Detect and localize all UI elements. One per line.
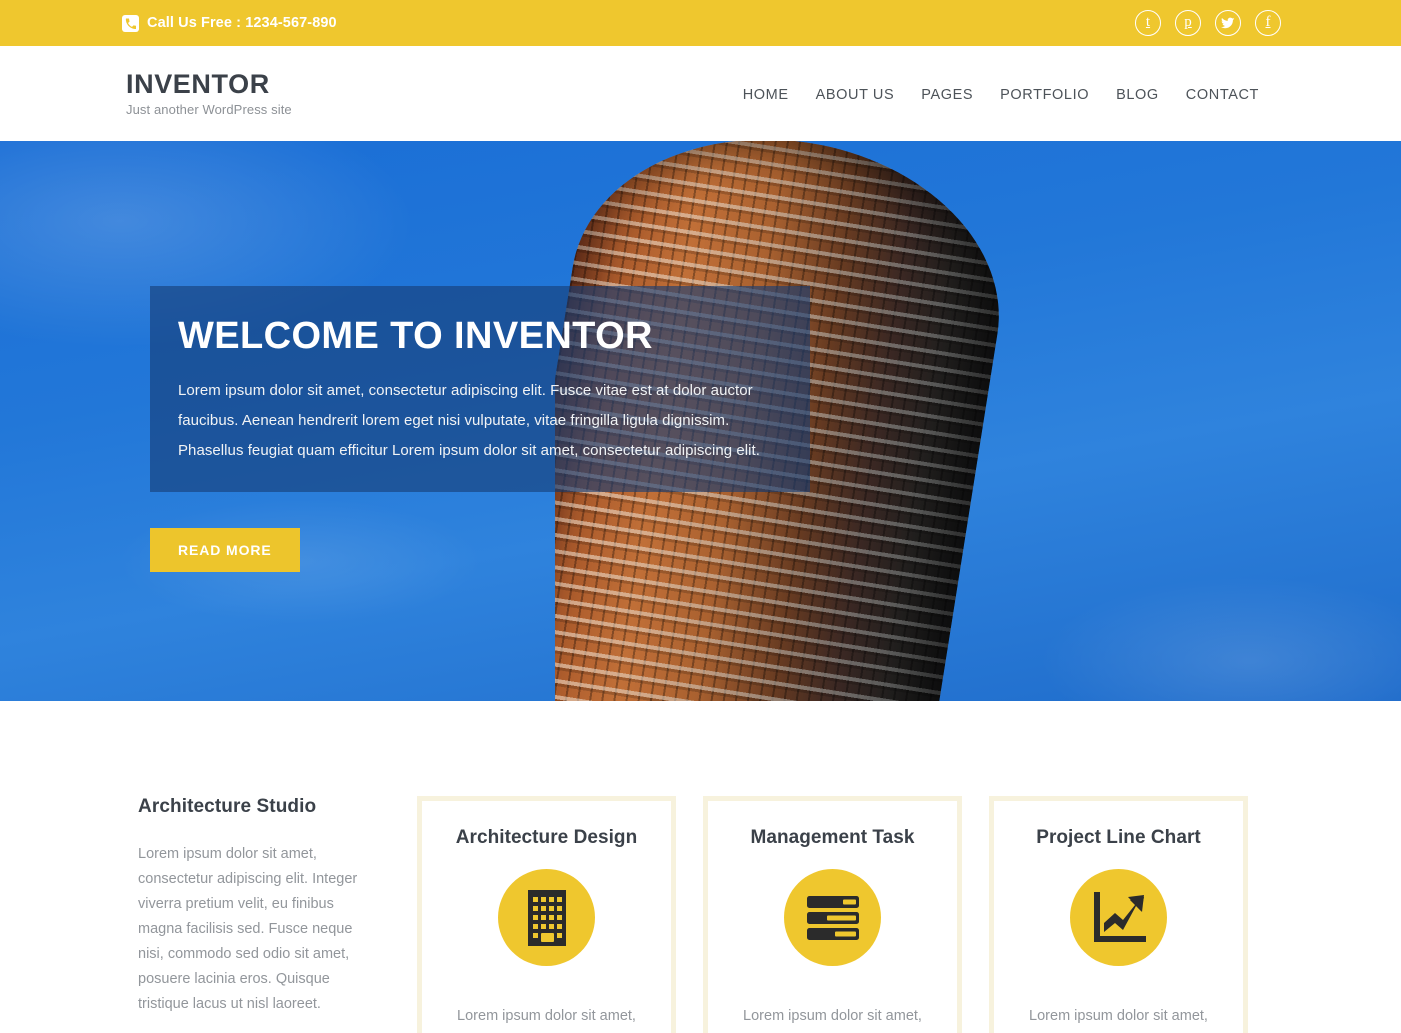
nav-item-portfolio[interactable]: PORTFOLIO	[1000, 87, 1089, 103]
read-more-button[interactable]: READ MORE	[150, 527, 300, 572]
branding[interactable]: INVENTOR Just another WordPress site	[126, 68, 292, 118]
nav-item-pages[interactable]: PAGES	[921, 87, 973, 103]
service-card-project-line-chart[interactable]: Project Line Chart Lorem ipsum dolor sit…	[989, 796, 1248, 1033]
card-title: Management Task	[750, 827, 915, 848]
nav-item-contact[interactable]: CONTACT	[1186, 87, 1259, 103]
card-title: Architecture Design	[455, 827, 638, 848]
service-card-architecture-design[interactable]: Architecture Design Lorem ipsum dolor si…	[417, 796, 676, 1033]
tumblr-glyph: t	[1145, 14, 1151, 30]
hero-paragraph: Lorem ipsum dolor sit amet, consectetur …	[178, 381, 760, 459]
tasks-bars-icon	[784, 869, 881, 966]
site-title: INVENTOR	[126, 68, 270, 99]
main-navigation: HOME ABOUT US PAGES PORTFOLIO BLOG CONTA…	[743, 87, 1259, 103]
hero-content: WELCOME TO INVENTOR Lorem ipsum dolor si…	[150, 286, 850, 572]
card-text: Lorem ipsum dolor sit amet, consectetur …	[457, 1008, 636, 1024]
hero-banner: WELCOME TO INVENTOR Lorem ipsum dolor si…	[0, 141, 1401, 701]
line-chart-icon	[1070, 869, 1167, 966]
pinterest-glyph: p	[1184, 14, 1192, 30]
facebook-glyph: f	[1265, 14, 1271, 30]
site-tagline: Just another WordPress site	[126, 102, 292, 118]
card-text: Lorem ipsum dolor sit amet, consectetur …	[743, 1008, 922, 1024]
site-header: INVENTOR Just another WordPress site HOM…	[0, 46, 1401, 141]
social-links: t p f	[1135, 10, 1281, 36]
nav-item-blog[interactable]: BLOG	[1116, 87, 1159, 103]
contact-phone[interactable]: Call Us Free : 1234-567-890	[122, 14, 337, 32]
pinterest-icon[interactable]: p	[1175, 10, 1201, 36]
intro-block: Architecture Studio Lorem ipsum dolor si…	[138, 796, 388, 1017]
hero-title: WELCOME TO INVENTOR	[178, 315, 653, 357]
twitter-icon[interactable]	[1215, 10, 1241, 36]
hero-text-panel: WELCOME TO INVENTOR Lorem ipsum dolor si…	[150, 286, 810, 492]
top-bar: Call Us Free : 1234-567-890 t p f	[0, 0, 1401, 46]
services-section: Architecture Studio Lorem ipsum dolor si…	[0, 701, 1401, 1033]
nav-item-about-us[interactable]: ABOUT US	[816, 87, 895, 103]
card-text: Lorem ipsum dolor sit amet, consectetur …	[1029, 1008, 1208, 1024]
service-card-management-task[interactable]: Management Task Lorem ipsum dolor sit am…	[703, 796, 962, 1033]
tumblr-icon[interactable]: t	[1135, 10, 1161, 36]
card-title: Project Line Chart	[1036, 827, 1201, 848]
phone-square-icon	[122, 14, 139, 32]
service-cards: Architecture Design Lorem ipsum dolor si…	[417, 796, 1248, 1033]
nav-item-home[interactable]: HOME	[743, 87, 789, 103]
building-icon	[498, 869, 595, 966]
intro-text: Lorem ipsum dolor sit amet, consectetur …	[138, 846, 358, 1012]
phone-label: Call Us Free : 1234-567-890	[147, 15, 337, 31]
facebook-icon[interactable]: f	[1255, 10, 1281, 36]
intro-title: Architecture Studio	[138, 796, 317, 817]
